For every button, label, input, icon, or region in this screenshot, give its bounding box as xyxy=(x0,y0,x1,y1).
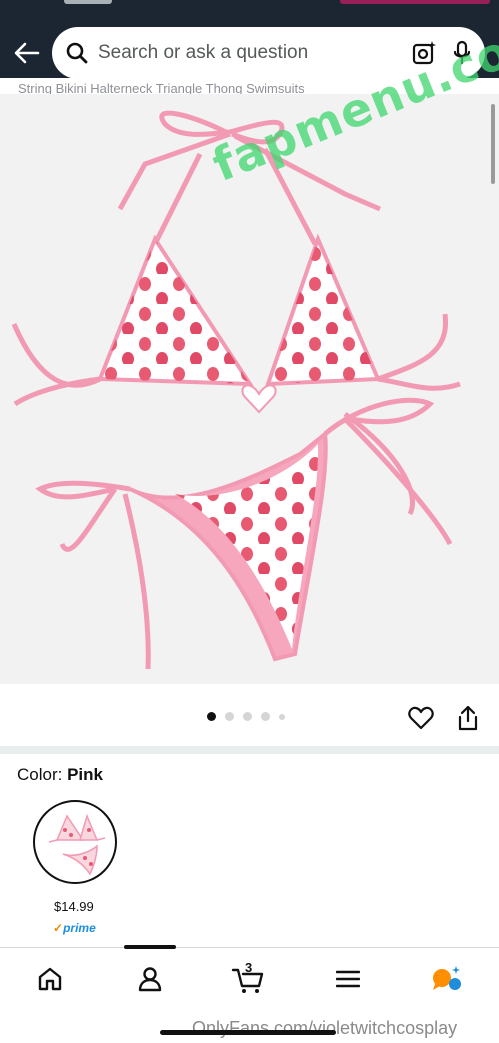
home-icon xyxy=(38,967,62,991)
nav-home[interactable] xyxy=(30,962,70,996)
nav-rufus-assistant[interactable] xyxy=(426,962,466,996)
footer-watermark: OnlyFans.com/violetwitchcosplay xyxy=(192,1018,458,1038)
carousel-dot[interactable] xyxy=(225,712,234,721)
carousel-dot[interactable] xyxy=(279,713,285,720)
status-bar-fragment xyxy=(64,0,112,4)
color-label-prefix: Color: xyxy=(17,765,63,784)
nav-cart[interactable]: 3 xyxy=(228,960,268,996)
prime-label: prime xyxy=(63,921,96,935)
bottom-navigation: 3 OnlyFans.com/violetwitchcosplay xyxy=(0,945,499,1043)
hamburger-menu-icon xyxy=(336,970,360,988)
search-input[interactable] xyxy=(98,42,411,64)
active-tab-indicator xyxy=(124,945,176,949)
cart-count-badge: 3 xyxy=(245,960,253,975)
back-button[interactable] xyxy=(10,36,44,70)
wishlist-button[interactable] xyxy=(407,704,435,732)
nav-menu[interactable] xyxy=(328,962,368,996)
share-button[interactable] xyxy=(454,704,482,732)
product-image[interactable]: fapmenu.com xyxy=(0,6,499,684)
nav-account[interactable] xyxy=(130,962,170,996)
swatch-thumbnail-icon xyxy=(48,813,106,876)
person-icon xyxy=(138,967,162,992)
home-indicator[interactable] xyxy=(160,1030,336,1035)
back-arrow-icon xyxy=(14,42,40,64)
bikini-product-illustration xyxy=(11,110,461,670)
share-icon xyxy=(458,705,478,731)
prime-badge: ✓prime xyxy=(53,921,96,935)
image-carousel-controls xyxy=(0,684,499,746)
assistant-chat-icon xyxy=(433,966,461,990)
section-divider xyxy=(0,746,499,754)
heart-icon xyxy=(408,706,434,730)
selected-color: Pink xyxy=(67,765,103,784)
color-label: Color: Pink xyxy=(17,765,103,785)
carousel-dot-active[interactable] xyxy=(207,712,216,721)
scrollbar[interactable] xyxy=(491,104,495,184)
carousel-dot[interactable] xyxy=(243,712,252,721)
swatch-price: $14.99 xyxy=(54,899,94,914)
carousel-dots[interactable] xyxy=(207,712,285,721)
carousel-dot[interactable] xyxy=(261,712,270,721)
search-icon xyxy=(66,42,88,64)
color-swatch-pink[interactable] xyxy=(33,800,117,884)
status-bar-fragment-right xyxy=(340,0,490,4)
